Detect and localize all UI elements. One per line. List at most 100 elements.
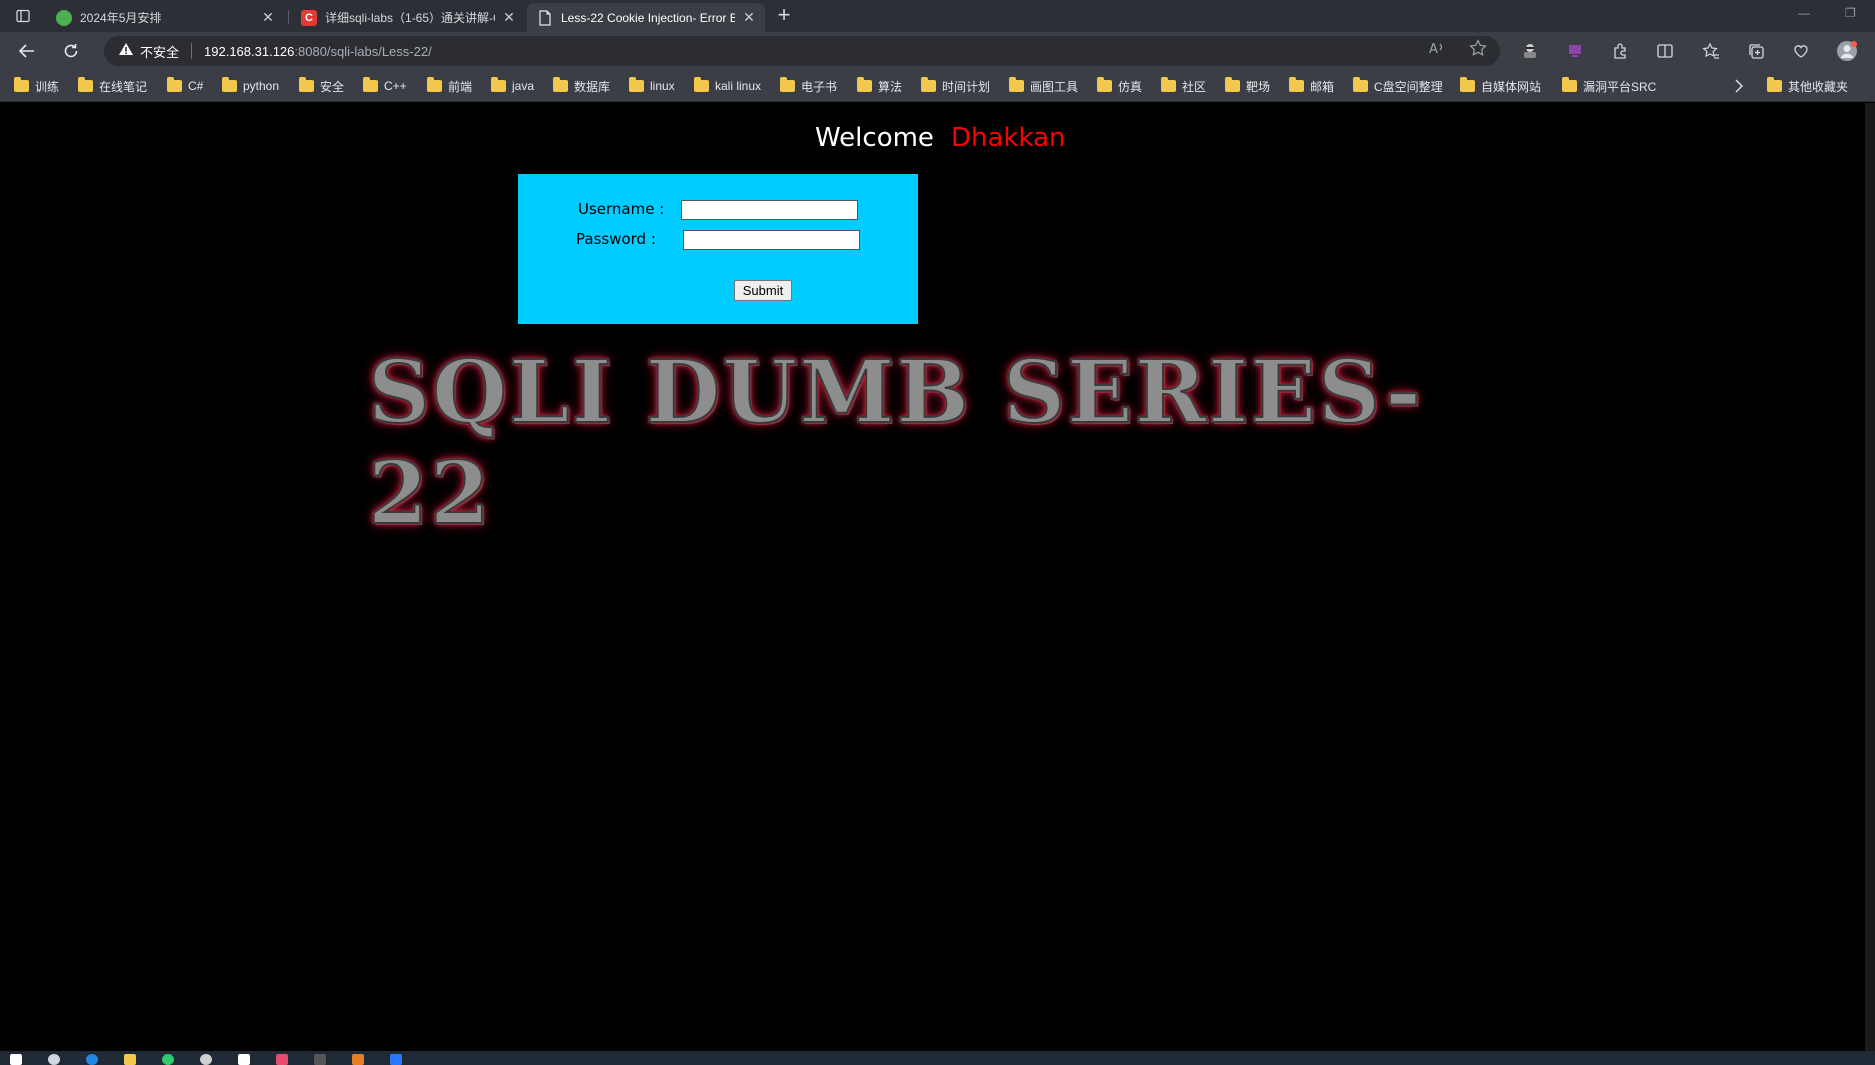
bookmarks-overflow-chevron-icon[interactable]: [1734, 78, 1744, 94]
close-icon[interactable]: ✕: [501, 9, 517, 26]
folder-icon: [14, 77, 29, 92]
restore-icon[interactable]: ❐: [1845, 6, 1856, 20]
tab-2[interactable]: C 详细sqli-labs（1-65）通关讲解-C ✕: [291, 3, 525, 32]
folder-icon: [1225, 77, 1240, 92]
tab-actions-icon[interactable]: [8, 5, 38, 27]
windows-taskbar: [0, 1051, 1875, 1065]
folder-icon: [78, 77, 93, 92]
folder-icon: [1009, 77, 1024, 92]
collections-icon[interactable]: [1745, 40, 1767, 62]
folder-icon: [629, 77, 644, 92]
bookmark-folder[interactable]: java: [491, 77, 534, 94]
extension-hacker-icon[interactable]: [1519, 40, 1541, 62]
password-input[interactable]: [683, 230, 860, 250]
bookmark-folder[interactable]: 算法: [857, 77, 902, 94]
tab-1[interactable]: 2024年5月安排 ✕: [46, 3, 284, 32]
folder-icon: [222, 77, 237, 92]
read-aloud-icon[interactable]: A: [1428, 39, 1448, 62]
tab-title: 详细sqli-labs（1-65）通关讲解-C: [325, 11, 495, 25]
close-icon[interactable]: ✕: [260, 9, 276, 26]
page-viewport: Welcome Dhakkan Username : Password : Su…: [0, 103, 1865, 1051]
tab-strip: 2024年5月安排 ✕ C 详细sqli-labs（1-65）通关讲解-C ✕ …: [0, 0, 1875, 32]
folder-icon: [1353, 77, 1368, 92]
folder-icon: [1289, 77, 1304, 92]
folder-icon: [1097, 77, 1112, 92]
profile-avatar[interactable]: [1836, 40, 1858, 62]
welcome-name: Dhakkan: [951, 123, 1066, 153]
bookmark-folder[interactable]: 时间计划: [921, 77, 990, 94]
refresh-icon[interactable]: [58, 39, 84, 63]
bookmark-folder[interactable]: C#: [167, 77, 203, 94]
bookmark-folder[interactable]: C盘空间整理: [1353, 77, 1443, 94]
folder-icon: [167, 77, 182, 92]
favorites-icon[interactable]: [1700, 40, 1722, 62]
bookmark-folder[interactable]: 社区: [1161, 77, 1206, 94]
green-circle-icon: [56, 9, 72, 26]
bookmark-folder[interactable]: 漏洞平台SRC: [1562, 77, 1656, 94]
username-input[interactable]: [681, 200, 858, 220]
folder-icon: [857, 77, 872, 92]
folder-icon: [553, 77, 568, 92]
close-icon[interactable]: ✕: [741, 9, 757, 26]
bookmark-folder[interactable]: 前端: [427, 77, 472, 94]
series-banner: SQLI DUMB SERIES-22: [367, 341, 1500, 545]
other-favorites-folder[interactable]: 其他收藏夹: [1767, 77, 1848, 94]
browser-essentials-icon[interactable]: [1790, 40, 1812, 62]
bookmark-folder[interactable]: python: [222, 77, 279, 94]
bookmark-folder[interactable]: 训练: [14, 77, 59, 94]
typora-icon[interactable]: [238, 1054, 250, 1065]
svg-text:A: A: [1429, 42, 1438, 57]
tab-title: 2024年5月安排: [80, 11, 162, 25]
warning-icon[interactable]: [118, 42, 134, 61]
bookmark-folder[interactable]: 在线笔记: [78, 77, 147, 94]
favorite-star-icon[interactable]: [1469, 39, 1487, 62]
burp-icon[interactable]: [352, 1054, 364, 1065]
folder-icon: [780, 77, 795, 92]
settings-icon[interactable]: [200, 1054, 212, 1065]
bookmark-folder[interactable]: 电子书: [780, 77, 837, 94]
csdn-icon: C: [301, 9, 317, 26]
url-host: 192.168.31.126: [204, 43, 295, 59]
app-blue-icon[interactable]: [390, 1054, 402, 1065]
bookmark-folder[interactable]: 靶场: [1225, 77, 1270, 94]
edge-icon[interactable]: [86, 1054, 98, 1065]
folder-icon: [363, 77, 378, 92]
new-tab-button[interactable]: +: [773, 4, 795, 27]
folder-icon: [1161, 77, 1176, 92]
windows-start-icon[interactable]: [10, 1054, 22, 1065]
bookmark-folder[interactable]: 自媒体网站: [1460, 77, 1541, 94]
bookmark-folder[interactable]: 安全: [299, 77, 344, 94]
address-bar[interactable]: 不安全 192.168.31.126 :8080/sqli-labs/Less-…: [104, 36, 1500, 66]
folder-icon: [694, 77, 709, 92]
bookmark-folder[interactable]: C++: [363, 77, 407, 94]
submit-button[interactable]: Submit: [734, 280, 792, 301]
back-icon[interactable]: [14, 39, 40, 63]
vertical-scrollbar[interactable]: [1865, 103, 1875, 1051]
search-icon[interactable]: [48, 1054, 60, 1065]
bookmarks-bar: 训练 在线笔记 C# python 安全 C++ 前端 java 数据库 lin…: [0, 70, 1875, 102]
folder-icon: [427, 77, 442, 92]
username-label: Username :: [578, 200, 665, 218]
extensions-icon[interactable]: [1609, 40, 1631, 62]
file-explorer-icon[interactable]: [124, 1054, 136, 1065]
bookmark-folder[interactable]: 数据库: [553, 77, 610, 94]
password-label: Password :: [576, 230, 656, 248]
extension-purple-icon[interactable]: [1564, 40, 1586, 62]
app-red-icon[interactable]: [276, 1054, 288, 1065]
bookmark-folder[interactable]: linux: [629, 77, 675, 94]
bookmark-folder[interactable]: 邮箱: [1289, 77, 1334, 94]
folder-icon: [299, 77, 314, 92]
bookmark-folder[interactable]: 仿真: [1097, 77, 1142, 94]
terminal-icon[interactable]: [314, 1054, 326, 1065]
folder-icon: [491, 77, 506, 92]
bookmark-folder[interactable]: 画图工具: [1009, 77, 1078, 94]
tab-title: Less-22 Cookie Injection- Error B: [561, 10, 735, 25]
wechat-icon[interactable]: [162, 1054, 174, 1065]
security-label[interactable]: 不安全: [140, 42, 179, 61]
minimize-icon[interactable]: —: [1798, 6, 1810, 20]
bookmark-folder[interactable]: kali linux: [694, 77, 761, 94]
tab-3-active[interactable]: Less-22 Cookie Injection- Error B ✕: [527, 3, 765, 32]
folder-icon: [921, 77, 936, 92]
split-screen-icon[interactable]: [1654, 40, 1676, 62]
page-icon: [537, 9, 553, 26]
